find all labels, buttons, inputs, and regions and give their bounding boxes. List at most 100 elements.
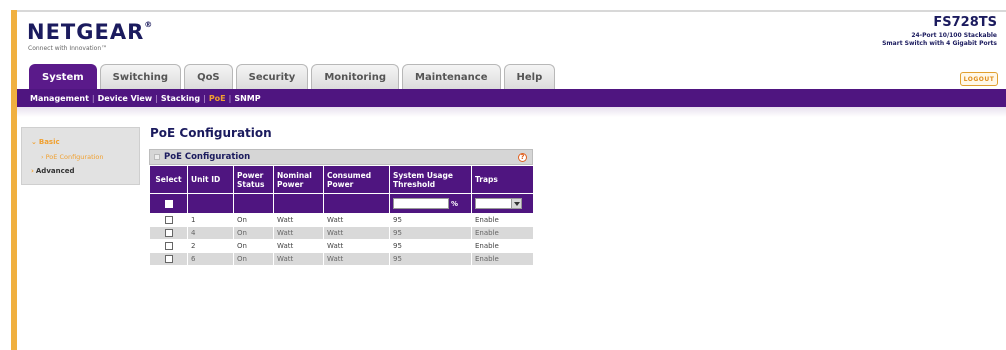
edit-select-cell xyxy=(149,193,188,214)
unit-id-cell: 1 xyxy=(187,213,234,227)
help-icon[interactable]: ? xyxy=(518,153,527,162)
chevron-right-icon: › xyxy=(41,153,44,161)
threshold-cell: 95 xyxy=(389,213,472,227)
netgear-logo: NETGEAR® xyxy=(27,20,153,44)
table-row: 4 On Watt Watt 95 Enable xyxy=(149,226,534,240)
col-header-unit-id: Unit ID xyxy=(187,165,234,194)
unit-id-cell: 4 xyxy=(187,226,234,240)
power-status-cell: On xyxy=(233,213,274,227)
subnav-separator: | xyxy=(228,93,232,103)
subnav-separator: | xyxy=(91,93,95,103)
subnav-shadow xyxy=(17,107,1006,117)
sidenav-advanced-label: Advanced xyxy=(35,167,75,175)
threshold-cell: 95 xyxy=(389,226,472,240)
side-navigation: ⌄ Basic › PoE Configuration › Advanced xyxy=(21,127,140,185)
percent-unit: % xyxy=(451,199,459,208)
subnav-separator: | xyxy=(155,93,158,103)
table-row: 6 On Watt Watt 95 Enable xyxy=(149,252,534,266)
poe-config-panel: PoE Configuration ? Select Unit ID Power… xyxy=(149,149,534,282)
sub-navigation: Management | Device View | Stacking | Po… xyxy=(17,89,1006,107)
model-description: 24-Port 10/100 Stackable Smart Switch wi… xyxy=(797,32,997,48)
chevron-down-icon: ⌄ xyxy=(31,138,37,146)
sidenav-basic-label: Basic xyxy=(38,138,60,146)
table-header-row: Select Unit ID Power Status Nominal Powe… xyxy=(149,165,534,194)
col-header-consumed-power: Consumed Power xyxy=(323,165,390,194)
subnav-snmp[interactable]: SNMP xyxy=(234,94,260,103)
power-status-cell: On xyxy=(233,252,274,266)
threshold-cell: 95 xyxy=(389,252,472,266)
nominal-power-cell: Watt xyxy=(273,213,324,227)
edit-empty-cell xyxy=(233,193,274,214)
consumed-power-cell: Watt xyxy=(323,239,390,253)
subnav-stacking[interactable]: Stacking xyxy=(161,94,200,103)
traps-cell: Enable xyxy=(471,226,534,240)
tab-help[interactable]: Help xyxy=(503,64,556,89)
col-header-traps: Traps xyxy=(471,165,534,194)
row-select-cell xyxy=(149,213,188,227)
row-select-cell xyxy=(149,226,188,240)
page-title: PoE Configuration xyxy=(150,126,272,140)
sidenav-advanced[interactable]: › Advanced xyxy=(31,167,75,175)
panel-collapse-icon xyxy=(154,154,160,160)
panel-title: PoE Configuration xyxy=(164,152,251,162)
row-checkbox[interactable] xyxy=(164,242,173,250)
subnav-device-view[interactable]: Device View xyxy=(98,94,153,103)
traps-cell: Enable xyxy=(471,239,534,253)
unit-id-cell: 6 xyxy=(187,252,234,266)
tab-qos[interactable]: QoS xyxy=(184,64,233,89)
edit-empty-cell xyxy=(323,193,390,214)
row-checkbox[interactable] xyxy=(164,229,173,237)
sidenav-poe-configuration[interactable]: › PoE Configuration xyxy=(41,153,104,161)
nominal-power-cell: Watt xyxy=(273,226,324,240)
traps-cell: Enable xyxy=(471,252,534,266)
nominal-power-cell: Watt xyxy=(273,252,324,266)
poe-config-table: Select Unit ID Power Status Nominal Powe… xyxy=(149,165,534,266)
unit-id-cell: 2 xyxy=(187,239,234,253)
logo-registered-mark: ® xyxy=(144,20,154,29)
traps-cell: Enable xyxy=(471,213,534,227)
row-checkbox[interactable] xyxy=(164,216,173,224)
panel-header: PoE Configuration ? xyxy=(149,149,533,165)
page-header: NETGEAR® Connect with Innovation™ FS728T… xyxy=(17,12,1006,70)
consumed-power-cell: Watt xyxy=(323,252,390,266)
consumed-power-cell: Watt xyxy=(323,226,390,240)
col-header-select: Select xyxy=(149,165,188,194)
power-status-cell: On xyxy=(233,239,274,253)
threshold-input[interactable] xyxy=(393,198,449,209)
col-header-system-usage-threshold: System Usage Threshold xyxy=(389,165,472,194)
tab-system[interactable]: System xyxy=(29,64,97,89)
consumed-power-cell: Watt xyxy=(323,213,390,227)
edit-threshold-cell: % xyxy=(389,193,472,214)
tab-security[interactable]: Security xyxy=(235,64,309,89)
edit-empty-cell xyxy=(187,193,234,214)
select-all-checkbox[interactable] xyxy=(164,199,173,208)
col-header-nominal-power: Nominal Power xyxy=(273,165,324,194)
tab-maintenance[interactable]: Maintenance xyxy=(402,64,501,89)
logo-brand: NETGEAR xyxy=(27,20,145,44)
col-header-power-status: Power Status xyxy=(233,165,274,194)
table-row: 2 On Watt Watt 95 Enable xyxy=(149,239,534,253)
subnav-management[interactable]: Management xyxy=(30,94,89,103)
sidenav-basic[interactable]: ⌄ Basic xyxy=(31,138,60,146)
logo-tagline: Connect with Innovation™ xyxy=(28,45,108,52)
model-desc-line-1: 24-Port 10/100 Stackable xyxy=(911,32,997,39)
tab-switching[interactable]: Switching xyxy=(99,64,182,89)
chevron-down-icon[interactable] xyxy=(511,199,521,208)
model-name: FS728TS xyxy=(933,15,997,30)
tab-monitoring[interactable]: Monitoring xyxy=(311,64,399,89)
edit-empty-cell xyxy=(273,193,324,214)
power-status-cell: On xyxy=(233,226,274,240)
edit-traps-cell xyxy=(471,193,534,214)
sidenav-poe-label: PoE Configuration xyxy=(45,153,104,161)
model-desc-line-2: Smart Switch with 4 Gigabit Ports xyxy=(882,40,997,47)
logout-button[interactable]: LOGOUT xyxy=(960,72,998,86)
threshold-cell: 95 xyxy=(389,239,472,253)
traps-select[interactable] xyxy=(475,198,522,209)
row-checkbox[interactable] xyxy=(164,255,173,263)
subnav-poe[interactable]: PoE xyxy=(209,94,226,103)
chevron-right-icon: › xyxy=(31,167,34,175)
row-select-cell xyxy=(149,252,188,266)
edit-row: % xyxy=(149,193,534,214)
table-row: 1 On Watt Watt 95 Enable xyxy=(149,213,534,227)
nominal-power-cell: Watt xyxy=(273,239,324,253)
